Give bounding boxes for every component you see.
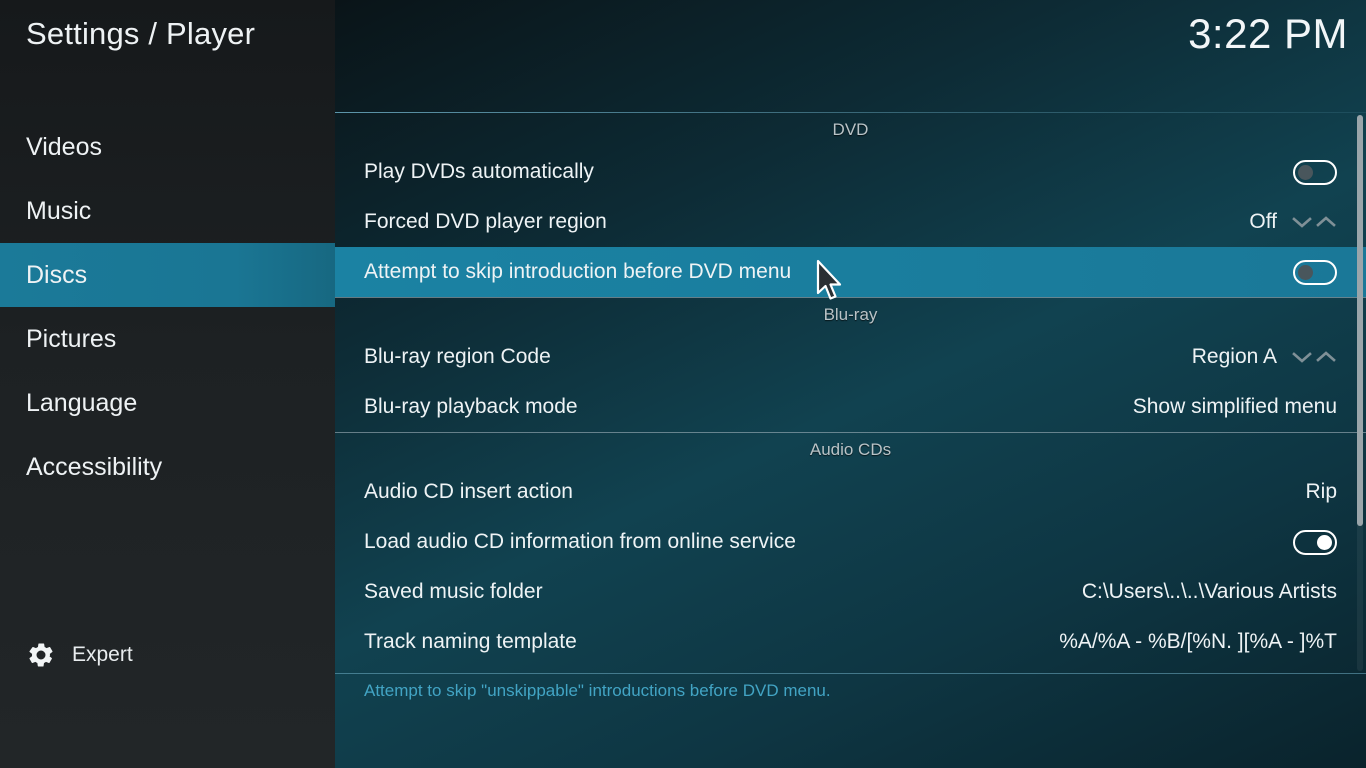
setting-row[interactable]: Audio CD insert action Rip <box>335 467 1366 517</box>
sidebar: Settings / Player Videos Music Discs Pictur… <box>0 0 335 768</box>
sidebar-item-label: Videos <box>26 132 102 161</box>
setting-row[interactable]: Play DVDs automatically <box>335 147 1366 197</box>
setting-value: Region A <box>1191 345 1277 368</box>
setting-label: Track naming template <box>364 630 577 653</box>
toggle-knob <box>1317 534 1332 550</box>
spinner-control[interactable] <box>1291 349 1337 365</box>
toggle-switch[interactable] <box>1293 159 1337 185</box>
sidebar-item-language[interactable]: Language <box>0 371 335 435</box>
setting-value: C:\Users\..\..\Various Artists <box>1081 580 1337 603</box>
setting-control <box>1293 147 1337 197</box>
setting-control: Region A <box>1192 332 1337 382</box>
setting-label: Load audio CD information from online se… <box>364 530 796 553</box>
setting-row[interactable]: Attempt to skip introduction before DVD … <box>335 247 1366 297</box>
sidebar-item-label: Discs <box>26 260 88 289</box>
kodi-settings-window: Settings / Player Videos Music Discs Pictur… <box>0 0 1366 768</box>
scrollbar[interactable] <box>1357 115 1363 671</box>
setting-row[interactable]: Blu-ray playback mode Show simplified men… <box>335 382 1366 432</box>
scrollbar-thumb[interactable] <box>1357 115 1363 526</box>
help-description: Attempt to skip "unskippable" introducti… <box>364 681 831 700</box>
setting-row[interactable]: Blu-ray region Code Region A <box>335 332 1366 382</box>
setting-label: Blu-ray playback mode <box>364 395 578 418</box>
settings-list: DVD Play DVDs automatically Forced DVD pla… <box>335 113 1366 673</box>
setting-value: Show simplified menu <box>1132 395 1337 418</box>
setting-control: C:\Users\..\..\Various Artists <box>1082 567 1337 617</box>
setting-value: Rip <box>1305 480 1337 503</box>
setting-label: Play DVDs automatically <box>364 160 594 183</box>
setting-control: %A/%A - %B/[%N. ][%A - ]%T <box>1059 617 1337 667</box>
setting-row[interactable]: Forced DVD player region Off <box>335 197 1366 247</box>
setting-row[interactable]: Saved music folder C:\Users\..\..\Various… <box>335 567 1366 617</box>
setting-label: Saved music folder <box>364 580 543 603</box>
sidebar-item-pictures[interactable]: Pictures <box>0 307 335 371</box>
setting-row[interactable]: Load audio CD information from online se… <box>335 517 1366 567</box>
setting-control <box>1293 247 1337 297</box>
sidebar-item-music[interactable]: Music <box>0 179 335 243</box>
setting-control: Show simplified menu <box>1133 382 1337 432</box>
toggle-knob <box>1298 164 1313 180</box>
sidebar-item-label: Language <box>26 388 138 417</box>
clock: 3:22 PM <box>1188 10 1348 57</box>
settings-level-button[interactable]: Expert <box>26 640 133 670</box>
gear-icon <box>26 640 56 670</box>
setting-value: %A/%A - %B/[%N. ][%A - ]%T <box>1059 630 1337 653</box>
section-header: Audio CDs <box>809 440 892 459</box>
page-title: Settings / Player <box>26 16 256 51</box>
help-divider <box>335 673 1366 674</box>
setting-control <box>1293 517 1337 567</box>
chevron-up-icon[interactable] <box>1315 349 1337 365</box>
sidebar-item-videos[interactable]: Videos <box>0 115 335 179</box>
sidebar-item-label: Pictures <box>26 324 117 353</box>
chevron-down-icon[interactable] <box>1291 349 1313 365</box>
setting-label: Attempt to skip introduction before DVD … <box>364 260 792 283</box>
setting-row[interactable]: Track naming template %A/%A - %B/[%N. ][%… <box>335 617 1366 667</box>
sidebar-item-discs[interactable]: Discs <box>0 243 335 307</box>
setting-label: Forced DVD player region <box>364 210 607 233</box>
spinner-control[interactable] <box>1291 214 1337 230</box>
sidebar-item-label: Music <box>26 196 92 225</box>
toggle-knob <box>1298 264 1313 280</box>
setting-control: Rip <box>1305 467 1337 517</box>
section-header: DVD <box>832 120 869 139</box>
setting-control: Off <box>1249 197 1337 247</box>
sidebar-item-label: Accessibility <box>26 452 163 481</box>
sidebar-nav-list: Videos Music Discs Pictures Language Accessib… <box>0 115 335 499</box>
toggle-switch[interactable] <box>1293 529 1337 555</box>
setting-label: Audio CD insert action <box>364 480 573 503</box>
section-header: Blu-ray <box>823 305 878 324</box>
setting-label: Blu-ray region Code <box>364 345 551 368</box>
toggle-switch[interactable] <box>1293 259 1337 285</box>
content-panel: 3:22 PM DVD Play DVDs automatically Forced… <box>335 0 1366 768</box>
sidebar-item-accessibility[interactable]: Accessibility <box>0 435 335 499</box>
settings-level-label: Expert <box>72 643 133 666</box>
chevron-up-icon[interactable] <box>1315 214 1337 230</box>
chevron-down-icon[interactable] <box>1291 214 1313 230</box>
setting-value: Off <box>1249 210 1277 233</box>
